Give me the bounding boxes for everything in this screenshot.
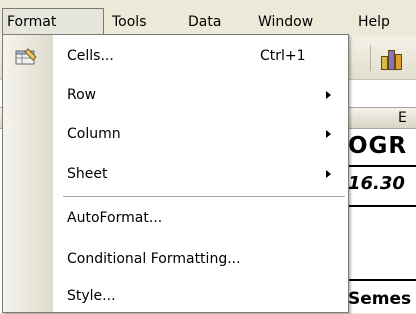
menu-help[interactable]: Help (354, 10, 394, 34)
chart-bar (388, 50, 395, 70)
menu-item-label: Row (67, 87, 97, 103)
submenu-arrow-icon (326, 170, 331, 178)
format-cells-icon (15, 48, 37, 65)
menu-item-sheet[interactable]: Sheet (3, 156, 348, 192)
menu-item-column[interactable]: Column (3, 116, 348, 152)
menu-format-label: Format (7, 14, 57, 30)
menu-tools-label: Tools (112, 14, 147, 30)
menu-item-cells[interactable]: Cells... Ctrl+1 (3, 38, 348, 74)
menu-tools[interactable]: Tools (108, 10, 151, 34)
menu-item-label: AutoFormat... (67, 210, 163, 226)
menu-help-label: Help (358, 14, 390, 30)
menu-window-label: Window (258, 14, 314, 30)
toolbar-separator (370, 45, 371, 71)
cell-border (348, 279, 416, 281)
cell-border (348, 165, 416, 167)
menu-item-label: Sheet (67, 166, 108, 182)
menu-item-label: Column (67, 126, 121, 142)
menu-item-label: Cells... (67, 48, 114, 64)
menu-bar: Format Tools Data Window Help (0, 0, 416, 37)
menu-separator (63, 196, 345, 197)
format-dropdown-menu: Cells... Ctrl+1 Row Column Sheet AutoFor… (2, 34, 349, 313)
value-cell[interactable]: 16.30 (348, 173, 416, 194)
menu-item-autoformat[interactable]: AutoFormat... (3, 200, 348, 236)
menu-item-conditional-formatting[interactable]: Conditional Formatting... (3, 241, 348, 277)
chart-bar (395, 54, 402, 70)
menu-format[interactable]: Format (2, 8, 104, 35)
semester-cell[interactable]: Semes (348, 289, 416, 309)
column-header[interactable]: E (398, 108, 407, 128)
menu-data[interactable]: Data (184, 10, 225, 34)
menu-item-row[interactable]: Row (3, 77, 348, 113)
menu-item-shortcut: Ctrl+1 (260, 48, 306, 64)
chart-wizard-icon[interactable] (380, 48, 404, 70)
menu-item-label: Style... (67, 288, 116, 304)
menu-window[interactable]: Window (254, 10, 317, 34)
submenu-arrow-icon (326, 130, 331, 138)
cell-border (348, 205, 416, 207)
menu-data-label: Data (188, 14, 222, 30)
submenu-arrow-icon (326, 91, 331, 99)
menu-item-style[interactable]: Style... (3, 278, 348, 314)
menu-item-label: Conditional Formatting... (67, 251, 241, 267)
title-cell[interactable]: OGR (348, 133, 416, 159)
chart-bar (381, 56, 388, 70)
